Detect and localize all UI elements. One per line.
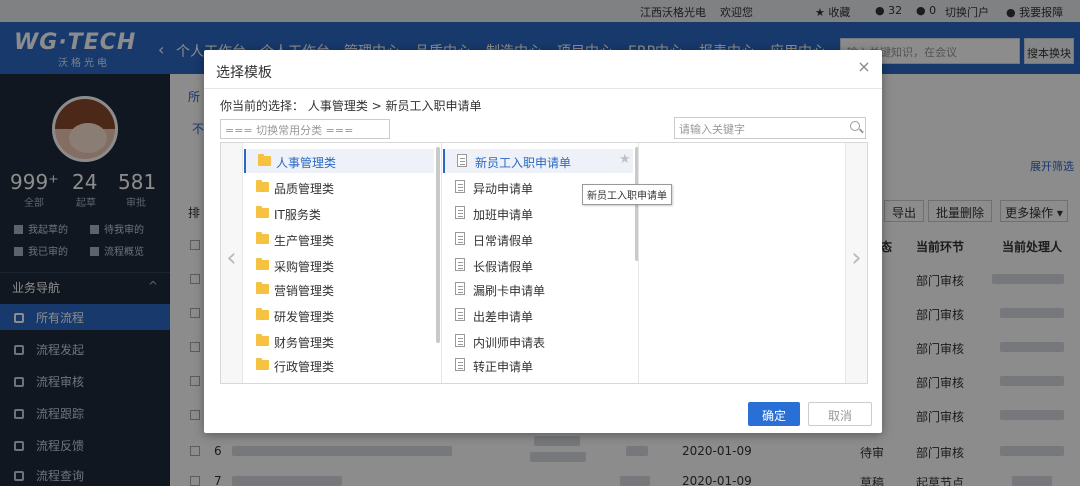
folder-icon	[256, 232, 269, 244]
category-label: 品质管理类	[274, 182, 335, 196]
template-label: 出差申请单	[473, 310, 534, 324]
template-item-trainer[interactable]: 内训师申请表	[443, 329, 633, 353]
category-item-marketing[interactable]: 营销管理类	[244, 277, 434, 301]
document-icon	[455, 358, 465, 371]
template-label: 加班申请单	[473, 208, 534, 222]
category-switch-select[interactable]: === 切换常用分类 ===	[220, 119, 390, 139]
document-icon	[455, 232, 465, 245]
prev-page-arrow-icon[interactable]: ‹	[221, 143, 243, 383]
template-item-daily-leave[interactable]: 日常请假单	[443, 227, 633, 251]
category-label: 采购管理类	[274, 260, 335, 274]
folder-icon	[256, 180, 269, 192]
template-item-regularization[interactable]: 转正申请单	[443, 353, 633, 377]
template-label: 日常请假单	[473, 234, 534, 248]
template-list: 新员工入职申请单 ★ 异动申请单 加班申请单 日常请假单 长假请假单 漏刷卡申请单…	[443, 143, 639, 383]
app-root: 江西沃格光电 欢迎您 ★ 收藏 ● 32 ● 0 切换门户 ● 我要报障 WG·…	[0, 0, 1080, 486]
category-item-hr[interactable]: 人事管理类	[244, 149, 434, 173]
keyword-search-input[interactable]: 请输入关键字	[674, 117, 866, 139]
category-item-quality[interactable]: 品质管理类	[244, 175, 434, 199]
category-label: 研发管理类	[274, 310, 335, 324]
dialog-divider	[204, 88, 882, 89]
template-item-missed-card[interactable]: 漏刷卡申请单	[443, 277, 633, 301]
document-icon	[455, 180, 465, 193]
template-tooltip: 新员工入职申请单	[582, 184, 672, 205]
category-item-purchase[interactable]: 采购管理类	[244, 253, 434, 277]
template-label: 转正申请单	[473, 360, 534, 374]
search-icon[interactable]	[850, 121, 860, 131]
current-selection-text: 你当前的选择： 人事管理类 > 新员工入职申请单	[220, 99, 482, 113]
category-list: 人事管理类 品质管理类 IT服务类 生产管理类 采购管理类 营销管理类 研发管理…	[244, 143, 442, 383]
select-template-dialog: 选择模板 × 你当前的选择： 人事管理类 > 新员工入职申请单 === 切换常用…	[204, 50, 882, 433]
category-item-rnd[interactable]: 研发管理类	[244, 303, 434, 327]
document-icon	[455, 282, 465, 295]
cancel-button[interactable]: 取消	[808, 402, 872, 426]
category-scrollbar[interactable]	[436, 147, 440, 343]
template-label: 异动申请单	[473, 182, 534, 196]
confirm-button[interactable]: 确定	[748, 402, 800, 426]
category-item-it[interactable]: IT服务类	[244, 201, 434, 225]
category-label: 营销管理类	[274, 284, 335, 298]
template-label: 漏刷卡申请单	[473, 284, 546, 298]
document-icon	[455, 308, 465, 321]
template-item-long-leave[interactable]: 长假请假单	[443, 253, 633, 277]
category-label: IT服务类	[274, 208, 321, 222]
folder-icon	[256, 358, 269, 370]
category-label: 生产管理类	[274, 234, 335, 248]
category-label: 行政管理类	[274, 360, 335, 374]
template-item-business-trip[interactable]: 出差申请单	[443, 303, 633, 327]
category-label: 财务管理类	[274, 336, 335, 350]
template-label: 长假请假单	[473, 260, 534, 274]
document-icon	[455, 206, 465, 219]
dialog-title: 选择模板	[216, 65, 272, 81]
document-icon	[455, 258, 465, 271]
category-item-admin[interactable]: 行政管理类	[244, 353, 434, 377]
next-page-arrow-icon[interactable]: ›	[845, 143, 867, 383]
category-item-production[interactable]: 生产管理类	[244, 227, 434, 251]
template-item-onboarding[interactable]: 新员工入职申请单 ★	[443, 149, 633, 173]
template-browser: ‹ 人事管理类 品质管理类 IT服务类 生产管理类 采购管理类 营销管理类 研发…	[220, 142, 868, 384]
close-icon[interactable]: ×	[856, 59, 872, 76]
folder-icon	[256, 206, 269, 218]
folder-icon	[256, 258, 269, 270]
folder-icon	[256, 334, 269, 346]
category-label: 人事管理类	[276, 156, 337, 170]
category-item-finance[interactable]: 财务管理类	[244, 329, 434, 353]
document-icon	[455, 334, 465, 347]
folder-icon	[256, 308, 269, 320]
folder-icon	[258, 154, 271, 166]
star-icon[interactable]: ★	[619, 152, 631, 167]
document-icon	[457, 154, 467, 167]
folder-icon	[256, 282, 269, 294]
template-label: 新员工入职申请单	[475, 156, 572, 170]
template-label: 内训师申请表	[473, 336, 546, 350]
